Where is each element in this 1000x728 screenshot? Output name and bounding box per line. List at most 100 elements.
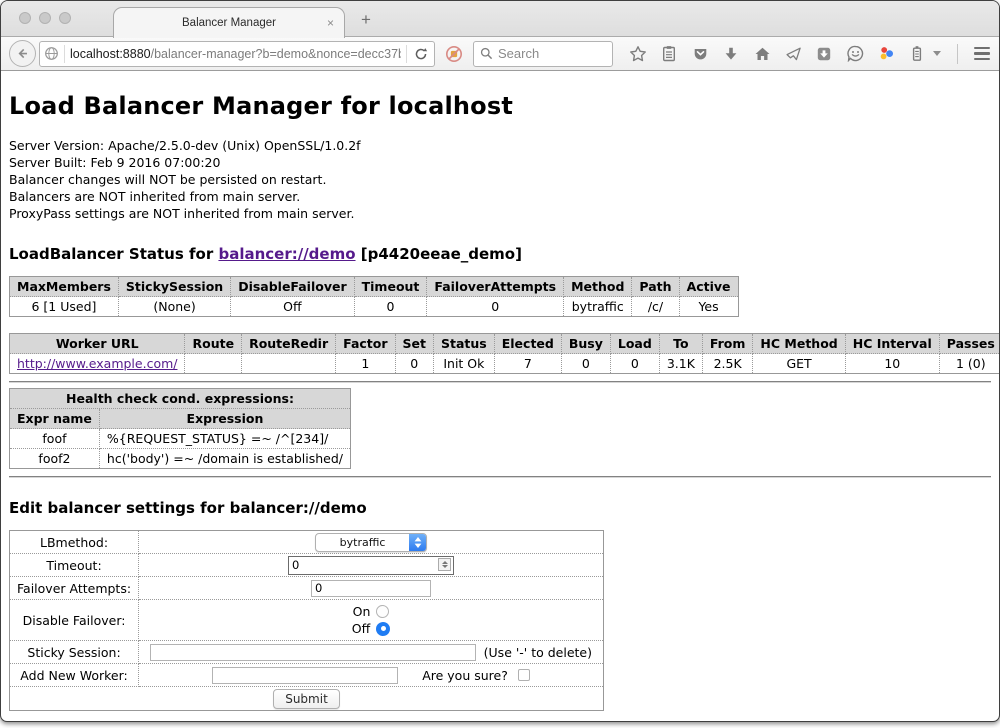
pocket-button[interactable] [691,45,709,63]
header-cell: HC Method [753,334,845,354]
header-cell: Method [564,277,632,297]
worker-url-link[interactable]: http://www.example.com/ [17,356,177,371]
timeout-label: Timeout: [10,554,139,577]
divider [64,45,65,63]
cell-maxmembers: 6 [1 Used] [10,297,119,317]
server-version-line: Server Version: Apache/2.5.0-dev (Unix) … [9,137,991,154]
cell-passes: 1 (0) [939,354,1000,374]
cell-hc-interval: 10 [845,354,939,374]
address-bar[interactable]: localhost:8880/balancer-manager?b=demo&n… [39,41,435,67]
window-controls [19,12,71,24]
cell-disablefailover: Off [231,297,354,317]
feedback-button[interactable] [846,45,864,63]
cell-factor: 1 [336,354,395,374]
server-built-line: Server Built: Feb 9 2016 07:00:20 [9,154,991,171]
balancer-demo-link[interactable]: balancer://demo [218,245,355,263]
home-button[interactable] [753,45,771,63]
chevron-down-icon[interactable] [933,51,941,56]
smiley-icon [847,45,864,62]
table-title-row: Health check cond. expressions: [10,389,351,409]
cell-elected: 7 [494,354,561,374]
form-row-add-worker: Add New Worker: Are you sure? [10,664,604,687]
header-cell: Load [610,334,659,354]
navigation-toolbar: localhost:8880/balancer-manager?b=demo&n… [1,37,999,71]
menu-button[interactable] [974,47,990,61]
star-icon [629,45,647,63]
cell-worker-url: http://www.example.com/ [10,354,185,374]
header-cell: Status [434,334,495,354]
reading-list-button[interactable] [660,45,678,63]
zoom-window-button[interactable] [59,12,71,24]
add-worker-label: Add New Worker: [10,664,139,687]
header-cell: DisableFailover [231,277,354,297]
divider [957,44,958,64]
minimize-window-button[interactable] [39,12,51,24]
addon-download-button[interactable] [815,45,833,63]
sticky-session-input[interactable] [150,644,476,661]
search-bar[interactable] [473,41,613,67]
cell-busy: 0 [561,354,610,374]
cell-expr-name: foof2 [10,449,100,469]
cell-set: 0 [395,354,433,374]
table-row: foof %{REQUEST_STATUS} =~ /^[234]/ [10,429,351,449]
search-input[interactable] [498,46,598,61]
lbmethod-selected-value: bytraffic [316,534,409,551]
cell-load: 0 [610,354,659,374]
blocked-icon [445,44,463,64]
back-button[interactable] [9,40,36,67]
reload-button[interactable] [412,45,430,63]
section-divider [9,381,991,383]
clipboard-icon [661,45,677,62]
header-cell: Worker URL [10,334,185,354]
form-row-disable-failover: Disable Failover: On Off [10,600,604,641]
downloads-button[interactable] [722,45,740,63]
are-you-sure-label: Are you sure? [422,668,508,683]
divider [406,45,407,63]
radio-on-label: On [353,604,371,619]
header-cell: Active [679,277,738,297]
edit-settings-heading: Edit balancer settings for balancer://de… [9,499,991,517]
persist-warning-line: Balancer changes will NOT be persisted o… [9,171,991,188]
proxypass-warning-line: ProxyPass settings are NOT inherited fro… [9,205,991,222]
header-cell: Expression [99,409,350,429]
content-blocked-button[interactable] [445,45,463,63]
select-arrows-icon [409,534,426,551]
lbmethod-select[interactable]: bytraffic [315,533,427,552]
radio-off[interactable] [376,622,390,636]
cell-expr-name: foof [10,429,100,449]
table-row: 6 [1 Used] (None) Off 0 0 bytraffic /c/ … [10,297,739,317]
paper-plane-icon [785,46,802,62]
server-info: Server Version: Apache/2.5.0-dev (Unix) … [9,137,991,222]
hamburger-icon [974,47,990,50]
header-cell: To [659,334,702,354]
colors-extension-button[interactable] [877,45,895,63]
close-window-button[interactable] [19,12,31,24]
cell-expression: hc('body') =~ /domain is established/ [99,449,350,469]
battery-extension-button[interactable] [908,45,926,63]
header-cell: Factor [336,334,395,354]
tab-bar: Balancer Manager × + [1,1,999,37]
number-stepper-icon[interactable] [438,558,451,571]
bookmark-star-button[interactable] [629,45,647,63]
table-header-row: Expr name Expression [10,409,351,429]
failover-attempts-input[interactable] [311,580,431,597]
cell-to: 3.1K [659,354,702,374]
timeout-input[interactable]: 0 [288,556,454,575]
header-cell: Route [185,334,242,354]
header-cell: From [702,334,753,354]
back-arrow-icon [16,47,29,60]
form-row-sticky: Sticky Session: (Use '-' to delete) [10,641,604,664]
tab-close-icon[interactable]: × [327,16,334,30]
page-title: Load Balancer Manager for localhost [9,92,991,120]
add-worker-input[interactable] [212,667,398,684]
pocket-icon [692,46,709,62]
tab-balancer-manager[interactable]: Balancer Manager × [113,7,345,38]
submit-button[interactable]: Submit [273,689,340,709]
new-tab-button[interactable]: + [353,10,379,30]
home-icon [754,46,771,62]
are-you-sure-checkbox[interactable] [518,669,530,681]
send-tab-button[interactable] [784,45,802,63]
radio-on[interactable] [376,605,389,618]
tab-title: Balancer Manager [182,17,276,29]
header-cell: Busy [561,334,610,354]
